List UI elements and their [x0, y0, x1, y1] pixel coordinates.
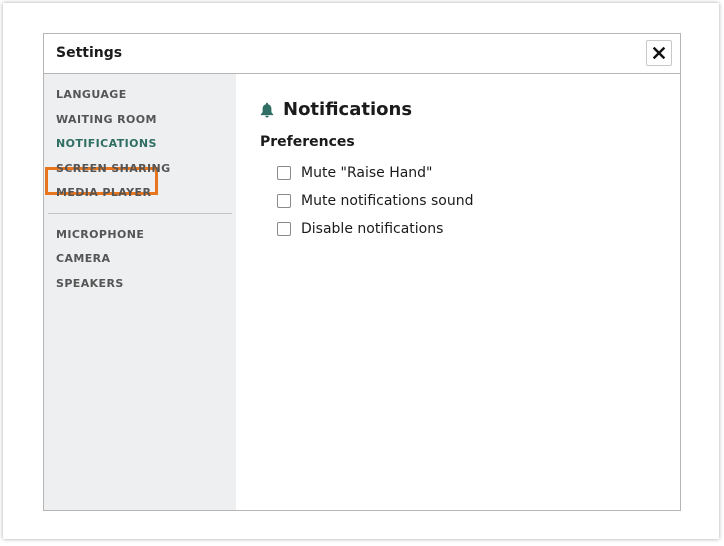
- sidebar-item-waiting-room[interactable]: WAITING ROOM: [56, 113, 157, 126]
- close-icon: [653, 47, 665, 59]
- settings-content: Notifications Preferences Mute "Raise Ha…: [236, 74, 680, 510]
- sidebar-item-media-player[interactable]: MEDIA PLAYER: [56, 186, 151, 199]
- disable-notifications-checkbox[interactable]: [277, 222, 291, 236]
- sidebar-item-speakers[interactable]: SPEAKERS: [56, 277, 124, 290]
- option-label: Mute notifications sound: [301, 193, 474, 209]
- option-label: Mute "Raise Hand": [301, 165, 433, 181]
- sidebar-divider: [48, 213, 232, 214]
- option-disable-notifications[interactable]: Disable notifications: [277, 221, 443, 237]
- option-mute-notifications-sound[interactable]: Mute notifications sound: [277, 193, 473, 209]
- mute-raise-hand-checkbox[interactable]: [277, 166, 291, 180]
- option-mute-raise-hand[interactable]: Mute "Raise Hand": [277, 165, 433, 181]
- settings-sidebar: LANGUAGE WAITING ROOM NOTIFICATIONS SCRE…: [44, 74, 236, 510]
- sidebar-item-notifications[interactable]: NOTIFICATIONS: [56, 137, 157, 150]
- dialog-header: Settings: [44, 34, 680, 74]
- dialog-title: Settings: [56, 45, 123, 61]
- close-button[interactable]: [646, 40, 672, 66]
- sidebar-item-microphone[interactable]: MICROPHONE: [56, 228, 144, 241]
- sidebar-item-camera[interactable]: CAMERA: [56, 252, 110, 265]
- option-label: Disable notifications: [301, 221, 444, 237]
- settings-dialog: Settings LANGUAGE WAITING ROOM NOTIFICAT…: [43, 33, 681, 511]
- sidebar-item-language[interactable]: LANGUAGE: [56, 88, 127, 101]
- bell-icon: [260, 102, 274, 117]
- sidebar-item-screen-sharing[interactable]: SCREEN SHARING: [56, 162, 171, 175]
- section-heading: Notifications: [260, 99, 412, 120]
- mute-notifications-sound-checkbox[interactable]: [277, 194, 291, 208]
- screen-frame: Settings LANGUAGE WAITING ROOM NOTIFICAT…: [3, 3, 719, 539]
- section-title: Notifications: [283, 99, 413, 120]
- preferences-heading: Preferences: [260, 134, 355, 150]
